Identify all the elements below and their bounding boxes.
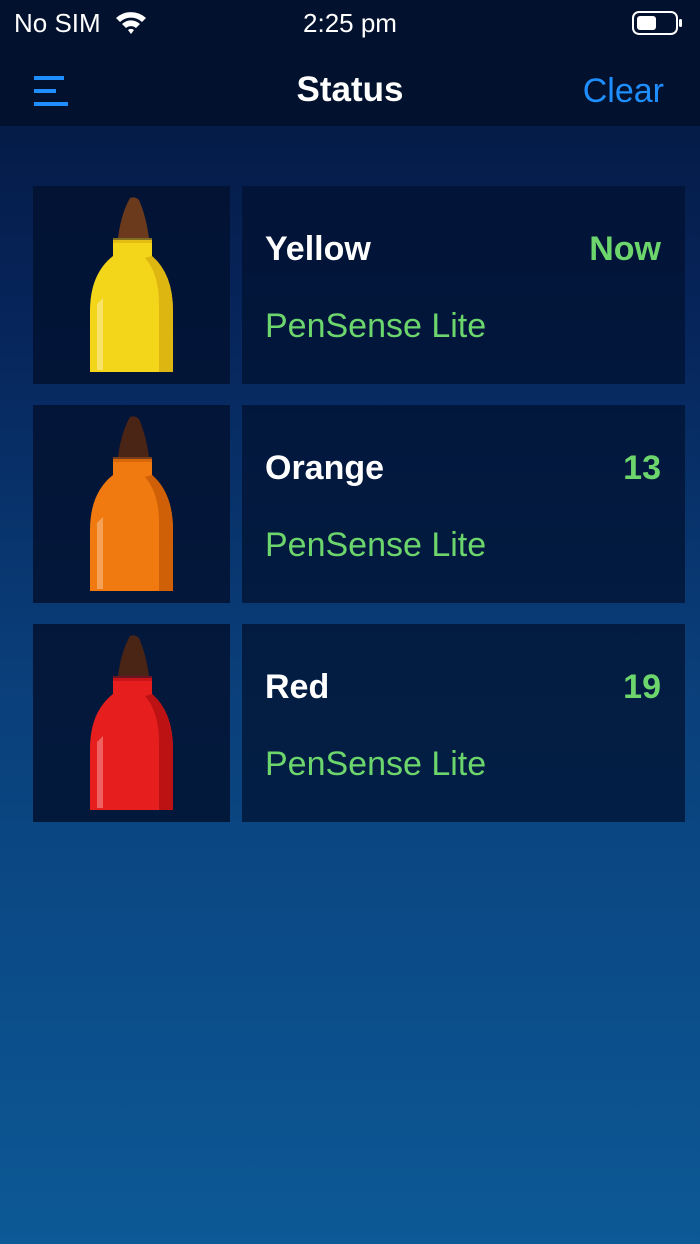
clock: 2:25 pm xyxy=(303,8,397,38)
marker-icon xyxy=(90,197,173,372)
clear-button[interactable]: Clear xyxy=(583,72,664,111)
last-seen: 13 xyxy=(623,449,661,487)
pen-info: Orange 13 PenSense Lite xyxy=(242,405,685,603)
status-bar: No SIM 2:25 pm xyxy=(0,0,700,50)
pen-name: Red xyxy=(265,668,330,706)
last-seen: Now xyxy=(589,230,661,268)
pen-list: Yellow Now PenSense Lite Orange 13 PenSe… xyxy=(33,186,685,843)
pen-row-yellow[interactable]: Yellow Now PenSense Lite xyxy=(33,186,685,384)
battery-icon xyxy=(632,11,682,35)
pen-info: Red 19 PenSense Lite xyxy=(242,624,685,822)
pen-name: Yellow xyxy=(265,230,371,268)
pen-model: PenSense Lite xyxy=(265,307,487,345)
pen-thumbnail xyxy=(33,186,230,384)
pen-info: Yellow Now PenSense Lite xyxy=(242,186,685,384)
pen-model: PenSense Lite xyxy=(265,745,487,783)
pen-row-orange[interactable]: Orange 13 PenSense Lite xyxy=(33,405,685,603)
marker-icon xyxy=(90,635,173,810)
pen-name: Orange xyxy=(265,449,385,487)
pen-model: PenSense Lite xyxy=(265,526,487,564)
navigation-bar: Status Clear xyxy=(0,50,700,126)
last-seen: 19 xyxy=(623,668,661,706)
pen-row-red[interactable]: Red 19 PenSense Lite xyxy=(33,624,685,822)
pen-thumbnail xyxy=(33,405,230,603)
marker-icon xyxy=(90,416,173,591)
pen-thumbnail xyxy=(33,624,230,822)
